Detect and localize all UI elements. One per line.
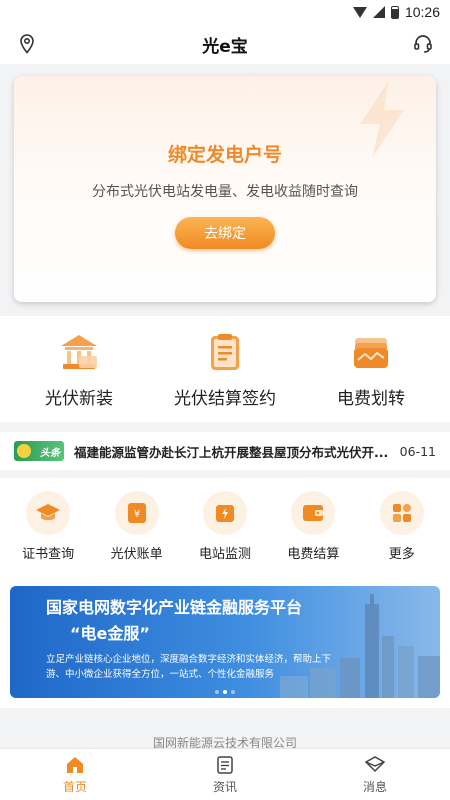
quick-label: 电费结算 — [287, 546, 340, 562]
purse-icon — [291, 490, 336, 535]
headline-badge: 头条 — [14, 441, 64, 461]
carousel-dot — [231, 690, 235, 694]
tab-label: 首页 — [62, 779, 87, 794]
bind-button[interactable]: 去绑定 — [175, 217, 275, 249]
message-icon — [364, 755, 386, 772]
tab-label: 资讯 — [212, 779, 237, 794]
quick-item-certificate-query[interactable]: 证书查询 — [8, 490, 88, 562]
quick-label: 电站监测 — [198, 546, 251, 562]
page-title: 光e宝 — [202, 36, 248, 57]
carousel-dot-active — [223, 690, 227, 694]
banner-title: 国家电网数字化产业链金融服务平台 — [46, 598, 303, 617]
monitor-icon — [202, 490, 247, 535]
quick-item-station-monitor[interactable]: 电站监测 — [185, 490, 265, 562]
contract-icon — [211, 333, 239, 370]
news-headline[interactable]: 福建能源监管办赴长汀上杭开展整县屋顶分布式光伏开... — [74, 442, 392, 461]
quick-item-more[interactable]: 更多 — [362, 490, 442, 562]
service-label: 光伏结算签约 — [174, 388, 276, 409]
tab-messages[interactable]: 消息 — [335, 755, 415, 795]
carousel-indicator — [215, 690, 235, 694]
bind-card-section: 绑定发电户号 分布式光伏电站发电量、发电收益随时查询 去绑定 — [0, 64, 450, 316]
news-date: 06-11 — [399, 443, 436, 459]
wifi-icon — [352, 6, 367, 18]
service-label: 电费划转 — [337, 388, 405, 409]
quick-label: 光伏账单 — [110, 546, 163, 562]
bind-account-card: 绑定发电户号 分布式光伏电站发电量、发电收益随时查询 去绑定 — [14, 76, 436, 302]
graduation-cap-icon — [26, 490, 71, 535]
tab-news[interactable]: 资讯 — [185, 755, 265, 795]
document-icon — [217, 755, 233, 774]
service-pv-settlement-sign[interactable]: 光伏结算签约 — [155, 330, 295, 409]
battery-icon — [390, 5, 399, 19]
app-header: 光e宝 — [0, 24, 450, 64]
bottom-tab-bar: 首页 资讯 消息 — [0, 748, 450, 800]
quick-label: 更多 — [388, 546, 415, 562]
wallet-icon — [354, 337, 388, 368]
grid-icon — [379, 490, 424, 535]
svg-text:¥: ¥ — [133, 509, 139, 520]
tab-label: 消息 — [362, 779, 387, 794]
headset-icon[interactable] — [412, 33, 434, 55]
status-bar: 10:26 — [0, 0, 450, 24]
quick-label: 证书查询 — [22, 546, 75, 562]
quick-item-fee-settlement[interactable]: 电费结算 — [273, 490, 353, 562]
quick-actions: 证书查询 ¥ 光伏账单 电站监测 电费结算 更多 — [0, 478, 450, 574]
main-services: 光伏新装 光伏结算签约 电费划转 — [0, 316, 450, 422]
bill-icon: ¥ — [114, 490, 159, 535]
bind-card-subtitle: 分布式光伏电站发电量、发电收益随时查询 — [92, 184, 358, 200]
carousel-dot — [215, 690, 219, 694]
banner-section: 国家电网数字化产业链金融服务平台 “电e金服” 立足产业链核心企业地位，深度融合… — [0, 574, 450, 708]
quick-item-pv-bill[interactable]: ¥ 光伏账单 — [97, 490, 177, 562]
banner-subtitle: “电e金服” — [70, 624, 150, 643]
promo-banner[interactable]: 国家电网数字化产业链金融服务平台 “电e金服” 立足产业链核心企业地位，深度融合… — [10, 586, 440, 698]
status-time: 10:26 — [404, 4, 440, 20]
signal-icon — [372, 6, 385, 18]
location-icon[interactable] — [16, 33, 38, 55]
home-icon — [67, 756, 83, 773]
bind-card-title: 绑定发电户号 — [167, 144, 282, 166]
banner-description: 立足产业链核心企业地位，深度融合数字经济和实体经济，帮助上下游、中小微企业获得全… — [46, 654, 332, 680]
service-pv-install[interactable]: 光伏新装 — [9, 330, 149, 409]
tab-home[interactable]: 首页 — [35, 755, 115, 795]
service-label: 光伏新装 — [45, 388, 113, 409]
lightning-icon — [360, 82, 404, 158]
service-fee-transfer[interactable]: 电费划转 — [301, 330, 441, 409]
bank-icon — [61, 334, 97, 369]
news-ticker[interactable]: 头条 福建能源监管办赴长汀上杭开展整县屋顶分布式光伏开... 06-11 — [0, 432, 450, 470]
